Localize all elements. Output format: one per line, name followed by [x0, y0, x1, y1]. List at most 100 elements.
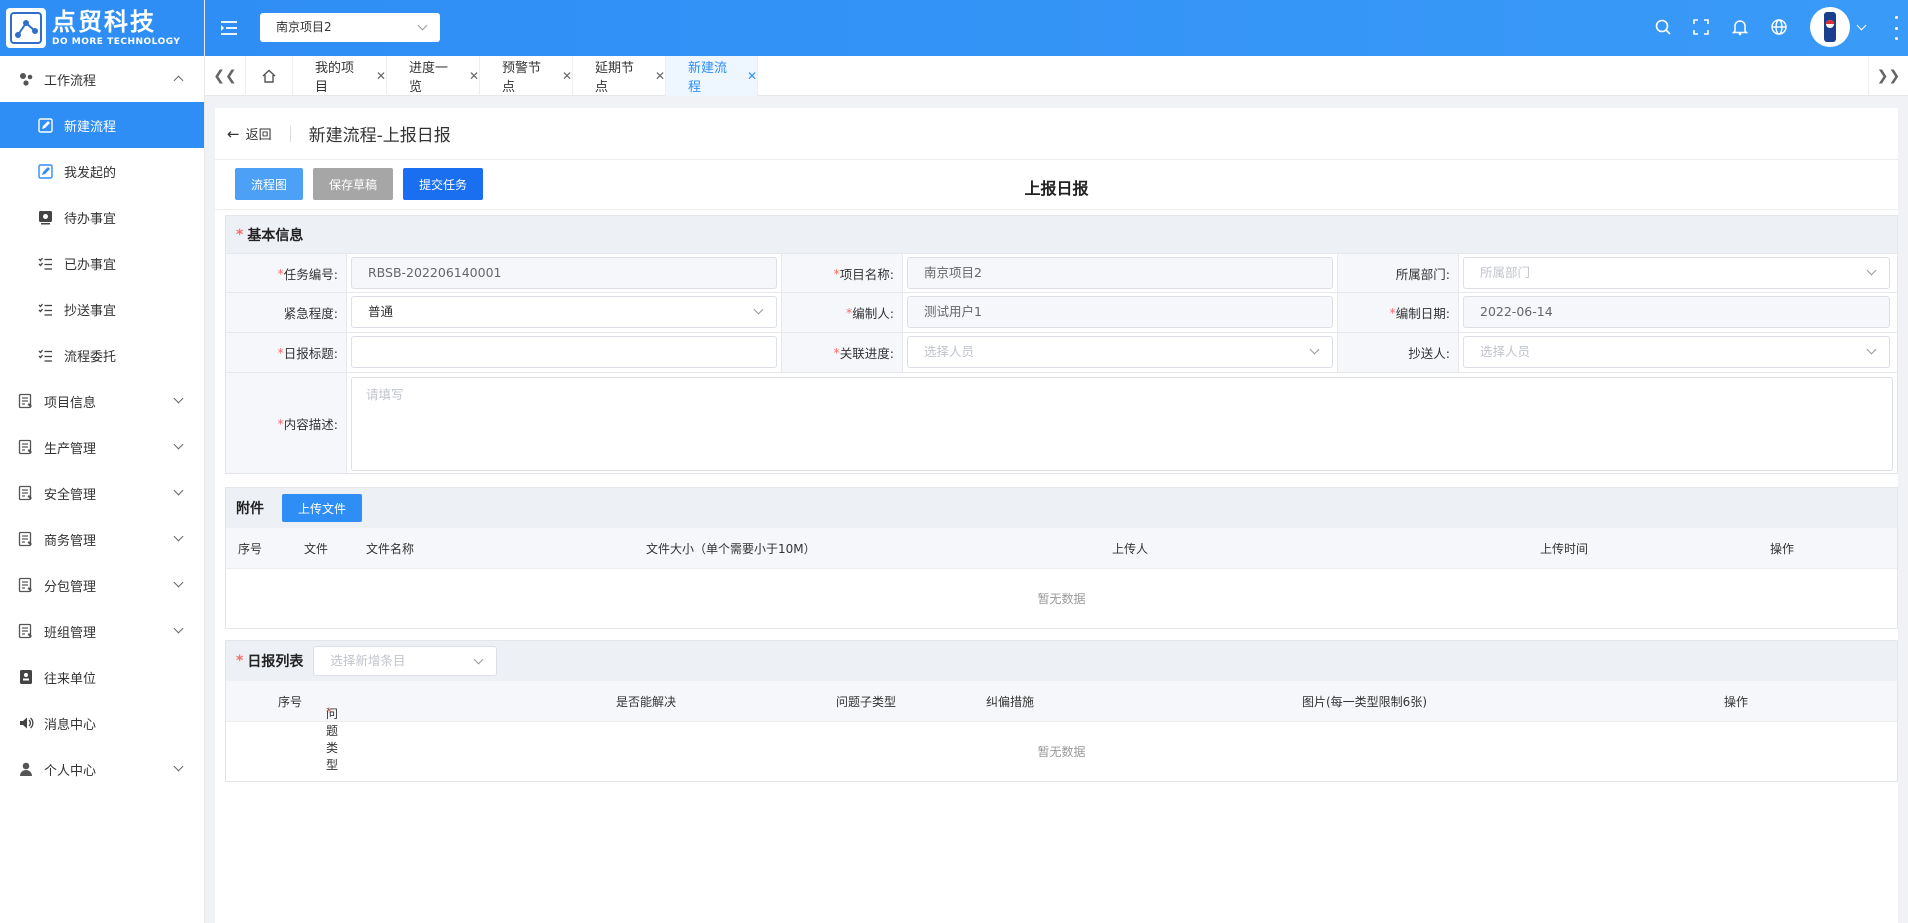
- document-icon: [18, 485, 34, 501]
- column-header[interactable]: 问题子类型: [836, 693, 896, 710]
- add-item-select[interactable]: 选择新增条目: [313, 646, 498, 676]
- close-icon[interactable]: ✕: [562, 69, 572, 83]
- home-icon[interactable]: [245, 56, 293, 96]
- column-header[interactable]: 序号: [238, 540, 262, 557]
- column-header[interactable]: 图片(每一类型限制6张): [1302, 693, 1427, 710]
- column-header[interactable]: 文件大小（单个需要小于10M）: [646, 540, 816, 557]
- tab-2[interactable]: 预警节点 ✕: [480, 56, 573, 96]
- department-select[interactable]: 所属部门: [1463, 257, 1890, 289]
- arrow-left-icon: ←: [227, 124, 240, 143]
- workflow-icon: [18, 71, 34, 87]
- sidebar-item-0[interactable]: 工作流程: [0, 56, 204, 102]
- basic-info-header: * 基本信息: [226, 216, 1897, 253]
- section-title: 附件: [236, 501, 264, 517]
- project-select[interactable]: 南京项目2: [260, 13, 440, 42]
- column-header[interactable]: 文件名称: [366, 540, 414, 557]
- tab-3[interactable]: 延期节点 ✕: [573, 56, 666, 96]
- search-icon[interactable]: [1653, 17, 1673, 37]
- tab-0[interactable]: 我的项目 ✕: [293, 56, 387, 96]
- column-header[interactable]: 序号: [278, 693, 302, 710]
- section-title: 基本信息: [247, 227, 304, 244]
- sidebar-item-label: 往来单位: [44, 671, 97, 687]
- sidebar: 点贸科技 DO MORE TECHNOLOGY 工作流程 新建流程 我发起的 待办事宜…: [0, 0, 205, 923]
- sidebar-item-11[interactable]: 分包管理: [0, 562, 204, 608]
- close-icon[interactable]: ✕: [747, 69, 757, 83]
- close-icon[interactable]: ✕: [376, 69, 386, 83]
- sidebar-item-label: 已办事宜: [64, 257, 117, 273]
- sidebar-item-6[interactable]: 流程委托: [0, 332, 204, 378]
- urgency-select[interactable]: 普通: [351, 296, 777, 328]
- sidebar-item-2[interactable]: 我发起的: [0, 148, 204, 194]
- sidebar-item-10[interactable]: 商务管理: [0, 516, 204, 562]
- tab-bar: ❮❮ 我的项目 ✕ 进度一览 ✕ 预警节点 ✕ 延期节点 ✕ 新建流程 ✕ ❯❯: [205, 56, 1908, 96]
- main-content: ← 返回 新建流程-上报日报 流程图 保存草稿 提交任务 上报日报 * 基本信息 …: [215, 108, 1898, 923]
- related-progress-select[interactable]: 选择人员: [907, 336, 1333, 368]
- project-name-field[interactable]: 南京项目2: [907, 257, 1333, 289]
- column-header[interactable]: 操作: [1770, 540, 1794, 557]
- tab-1[interactable]: 进度一览 ✕: [387, 56, 480, 96]
- chevron-down-icon: [173, 393, 184, 404]
- column-header[interactable]: 上传人: [1112, 540, 1148, 557]
- task-no-field[interactable]: RBSB-202206140001: [351, 257, 777, 289]
- report-list-header: * 日报列表 选择新增条目: [226, 641, 1897, 681]
- sidebar-item-13[interactable]: 往来单位: [0, 654, 204, 700]
- chevron-down-icon[interactable]: [1856, 20, 1867, 31]
- editor-field[interactable]: 测试用户1: [907, 296, 1333, 328]
- document-icon: [18, 439, 34, 455]
- tab-label: 预警节点: [502, 61, 542, 95]
- globe-icon[interactable]: [1769, 17, 1789, 37]
- sidebar-item-4[interactable]: 已办事宜: [0, 240, 204, 286]
- chevron-down-icon: [173, 439, 184, 450]
- task-no-label: * 任务编号:: [226, 254, 347, 292]
- avatar[interactable]: [1810, 7, 1850, 47]
- close-icon[interactable]: ✕: [469, 69, 479, 83]
- bell-icon[interactable]: [1730, 17, 1750, 37]
- list-icon: [38, 302, 53, 317]
- form-toolbar: 流程图 保存草稿 提交任务 上报日报: [215, 160, 1898, 210]
- report-title-input[interactable]: [351, 336, 777, 368]
- cc-select[interactable]: 选择人员: [1463, 336, 1890, 368]
- column-header[interactable]: 文件: [304, 540, 328, 557]
- sidebar-menu: 工作流程 新建流程 我发起的 待办事宜已办事宜抄送事宜 流程委托项目信息生产管理 安全管理…: [0, 56, 204, 792]
- sidebar-item-15[interactable]: 个人中心: [0, 746, 204, 792]
- tabs-scroll-right-icon[interactable]: ❯❯: [1868, 56, 1908, 96]
- sidebar-item-9[interactable]: 安全管理: [0, 470, 204, 516]
- form-title: 上报日报: [1024, 179, 1089, 198]
- more-vertical-icon[interactable]: [1893, 16, 1899, 40]
- sidebar-item-14[interactable]: 消息中心: [0, 700, 204, 746]
- section-title: 日报列表: [247, 654, 304, 670]
- chevron-down-icon: [173, 761, 184, 772]
- attachments-header: 附件 上传文件: [226, 488, 1897, 528]
- column-header[interactable]: 操作: [1724, 693, 1748, 710]
- close-icon[interactable]: ✕: [655, 69, 665, 83]
- sidebar-item-label: 项目信息: [44, 395, 97, 411]
- column-header[interactable]: 纠偏措施: [986, 693, 1034, 710]
- sidebar-item-7[interactable]: 项目信息: [0, 378, 204, 424]
- sidebar-item-5[interactable]: 抄送事宜: [0, 286, 204, 332]
- description-label: * 内容描述:: [226, 373, 347, 473]
- page-title: 新建流程-上报日报: [308, 126, 451, 146]
- sidebar-item-label: 消息中心: [44, 717, 97, 733]
- tab-4[interactable]: 新建流程 ✕: [666, 56, 758, 96]
- tab-label: 我的项目: [315, 61, 355, 95]
- back-button[interactable]: ← 返回: [227, 124, 291, 143]
- fullscreen-icon[interactable]: [1691, 17, 1711, 37]
- tab-label: 新建流程: [688, 61, 728, 95]
- column-header[interactable]: 上传时间: [1540, 540, 1588, 557]
- sidebar-item-12[interactable]: 班组管理: [0, 608, 204, 654]
- sidebar-item-1[interactable]: 新建流程: [0, 102, 204, 148]
- description-textarea[interactable]: 请填写: [351, 377, 1893, 471]
- sidebar-item-3[interactable]: 待办事宜: [0, 194, 204, 240]
- tabs-scroll-left-icon[interactable]: ❮❮: [205, 56, 245, 96]
- top-header: 南京项目2: [205, 0, 1908, 56]
- chevron-down-icon: [1309, 344, 1320, 355]
- date-field[interactable]: 2022-06-14: [1463, 296, 1890, 328]
- menu-toggle-icon[interactable]: [219, 18, 239, 38]
- column-header[interactable]: 是否能解决: [616, 693, 676, 710]
- upload-file-button[interactable]: 上传文件: [282, 494, 363, 522]
- logo[interactable]: 点贸科技 DO MORE TECHNOLOGY: [0, 0, 204, 56]
- brand-name-en: DO MORE TECHNOLOGY: [52, 37, 181, 47]
- sidebar-item-8[interactable]: 生产管理: [0, 424, 204, 470]
- report-list-empty: 暂无数据: [226, 721, 1897, 781]
- related-progress-label: * 关联进度:: [782, 333, 903, 372]
